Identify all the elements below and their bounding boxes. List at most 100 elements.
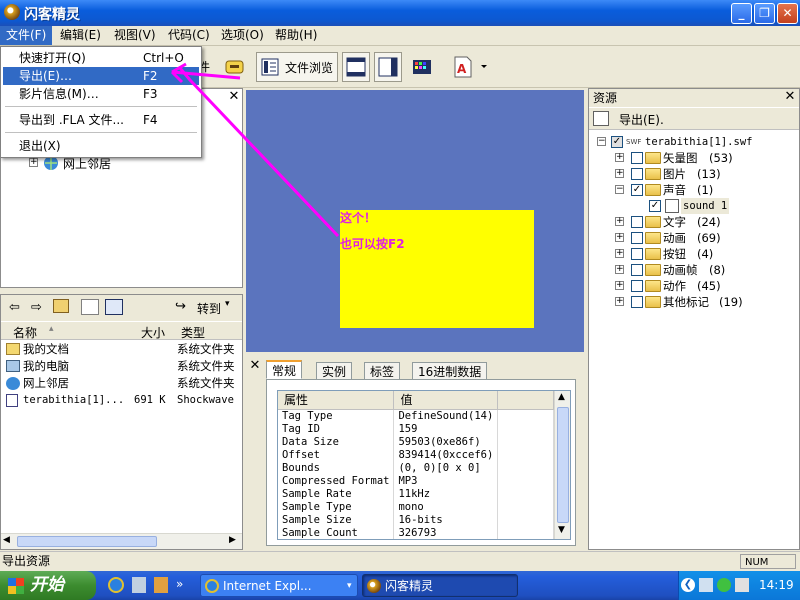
- close-properties-icon[interactable]: ✕: [248, 359, 262, 374]
- scroll-thumb[interactable]: [17, 536, 157, 547]
- vertical-scrollbar[interactable]: ▲ ▼: [554, 391, 570, 539]
- scroll-up-icon[interactable]: ▲: [558, 392, 565, 402]
- num-lock-indicator: NUM: [740, 554, 796, 569]
- tray-icon[interactable]: [717, 578, 731, 592]
- system-tray: ❮ 14:19: [678, 571, 800, 600]
- quicklaunch-more-icon[interactable]: »: [176, 577, 183, 591]
- palette-icon[interactable]: [408, 52, 436, 82]
- resources-header: 资源: [589, 89, 799, 107]
- table-row[interactable]: Tag Type DefineSound(14): [278, 409, 554, 423]
- menu-edit[interactable]: 编辑(E): [54, 26, 107, 45]
- export-icon[interactable]: [593, 111, 609, 126]
- tree-item-animation[interactable]: + 动画 (69): [589, 230, 799, 246]
- list-item[interactable]: 网上邻居 系统文件夹: [1, 375, 242, 392]
- start-label: 开始: [30, 575, 64, 595]
- close-resources-icon[interactable]: ✕: [783, 90, 797, 105]
- tree-item-button[interactable]: + 按钮 (4): [589, 246, 799, 262]
- menu-help[interactable]: 帮助(H): [269, 26, 323, 45]
- list-item[interactable]: 我的文档 系统文件夹: [1, 341, 242, 358]
- scroll-right-icon[interactable]: ▶: [229, 535, 236, 545]
- menu-item-export-fla[interactable]: 导出到 .FLA 文件... F4: [3, 111, 199, 129]
- horizontal-scrollbar[interactable]: ◀ ▶: [1, 533, 242, 549]
- menu-item-quick-open[interactable]: 快速打开(Q) Ctrl+O: [3, 49, 199, 67]
- task-group-arrow-icon: ▾: [347, 581, 352, 591]
- scroll-thumb[interactable]: [557, 407, 569, 523]
- resources-toolbar: 导出(E).: [589, 108, 799, 130]
- menu-code[interactable]: 代码(C): [162, 26, 216, 45]
- item-type: 系统文件夹: [177, 359, 235, 373]
- layout-top-icon[interactable]: [342, 52, 370, 82]
- goto-label[interactable]: 转到: [197, 300, 221, 317]
- task-flash-decompiler[interactable]: 闪客精灵: [362, 574, 518, 597]
- export-button[interactable]: 导出(E).: [619, 111, 664, 128]
- maximize-button[interactable]: ❐: [754, 3, 775, 24]
- list-view-icon[interactable]: [81, 299, 99, 315]
- menu-file[interactable]: 文件(F): [0, 26, 53, 45]
- header-value[interactable]: 值: [393, 391, 499, 410]
- menu-item-movie-info[interactable]: 影片信息(M)… F3: [3, 85, 199, 103]
- table-row[interactable]: Sample Count 326793: [278, 526, 554, 539]
- header-property[interactable]: 属性: [278, 391, 395, 410]
- tree-item-other[interactable]: + 其他标记 (19): [589, 294, 799, 310]
- table-row[interactable]: Data Size 59503(0xe86f): [278, 435, 554, 449]
- table-row[interactable]: Tag ID 159: [278, 422, 554, 436]
- tree-item-vector[interactable]: + 矢量图 (53): [589, 150, 799, 166]
- volume-tray-icon[interactable]: [735, 578, 749, 592]
- tree-item-action[interactable]: + 动作 (45): [589, 278, 799, 294]
- table-row[interactable]: Offset 839414(0xccef6): [278, 448, 554, 462]
- clock[interactable]: 14:19: [759, 578, 794, 592]
- file-list-panel: ⇦ ⇨ ↪ 转到 ▾ 名称 ▴ 大小 类型 我的文档 系统文件夹 我的电脑 系统…: [0, 294, 243, 550]
- goto-dropdown-icon[interactable]: ▾: [225, 299, 230, 309]
- minimize-button[interactable]: _: [731, 3, 752, 24]
- tab-general[interactable]: 常规: [266, 360, 303, 379]
- sort-arrow-icon: ▴: [49, 324, 54, 334]
- ie-quicklaunch-icon[interactable]: [108, 577, 124, 593]
- tree-item-image[interactable]: + 图片 (13): [589, 166, 799, 182]
- network-icon: [6, 377, 20, 390]
- menu-view[interactable]: 视图(V): [108, 26, 162, 45]
- forward-arrow-icon[interactable]: ⇨: [31, 300, 42, 315]
- menu-options[interactable]: 选项(O): [215, 26, 270, 45]
- close-panel-icon[interactable]: ✕: [227, 90, 241, 105]
- file-browse-button[interactable]: 文件浏览: [256, 52, 338, 82]
- tree-root[interactable]: − ✓ SWF terabithia[1].swf: [589, 134, 799, 150]
- close-button[interactable]: ✕: [777, 3, 798, 24]
- status-text: 导出资源: [2, 554, 51, 568]
- start-button[interactable]: 开始: [0, 571, 96, 600]
- pdf-export-icon[interactable]: A: [448, 52, 490, 82]
- network-tray-icon[interactable]: [699, 578, 713, 592]
- col-size[interactable]: 大小: [141, 324, 165, 341]
- task-internet-explorer[interactable]: Internet Expl... ▾: [200, 574, 358, 597]
- table-row[interactable]: Sample Type mono: [278, 500, 554, 514]
- menu-item-export[interactable]: 导出(E)… F2: [3, 67, 199, 85]
- list-item[interactable]: terabithia[1]... 691 K Shockwave F: [1, 392, 242, 409]
- scroll-left-icon[interactable]: ◀: [3, 535, 10, 545]
- quicklaunch-icon[interactable]: [154, 577, 168, 593]
- table-row[interactable]: Sample Size 16-bits: [278, 513, 554, 527]
- table-row[interactable]: Sample Rate 11kHz: [278, 487, 554, 501]
- tree-item-sound-1[interactable]: ✓ sound 1: [589, 198, 799, 214]
- chat-icon[interactable]: [222, 52, 248, 82]
- quicklaunch-icon[interactable]: [132, 577, 146, 593]
- annotation-text-1: 这个！: [340, 211, 377, 225]
- table-row[interactable]: Compressed Format MP3: [278, 474, 554, 488]
- col-type[interactable]: 类型: [181, 324, 205, 341]
- col-name[interactable]: 名称: [13, 324, 37, 341]
- tree-item-sound[interactable]: − ✓ 声音 (1): [589, 182, 799, 198]
- back-arrow-icon[interactable]: ⇦: [9, 300, 20, 315]
- app-icon[interactable]: [4, 4, 20, 20]
- folder-up-icon[interactable]: [53, 299, 69, 313]
- menu-item-exit[interactable]: 退出(X): [3, 137, 199, 155]
- tree-item-frame[interactable]: + 动画帧 (8): [589, 262, 799, 278]
- detail-view-icon[interactable]: [105, 299, 123, 315]
- list-item[interactable]: 我的电脑 系统文件夹: [1, 358, 242, 375]
- layout-side-icon[interactable]: [374, 52, 402, 82]
- scroll-down-icon[interactable]: ▼: [558, 525, 565, 535]
- computer-icon: [6, 360, 20, 372]
- goto-icon[interactable]: ↪: [175, 299, 186, 314]
- app-task-icon: [367, 579, 381, 593]
- tray-expand-icon[interactable]: ❮: [681, 578, 695, 592]
- table-row[interactable]: Bounds (0, 0)[0 x 0]: [278, 461, 554, 475]
- properties-panel: ✕ 常规 实例 标签 16进制数据 属性 值 Tag Type DefineSou…: [246, 356, 584, 550]
- tree-item-text[interactable]: + 文字 (24): [589, 214, 799, 230]
